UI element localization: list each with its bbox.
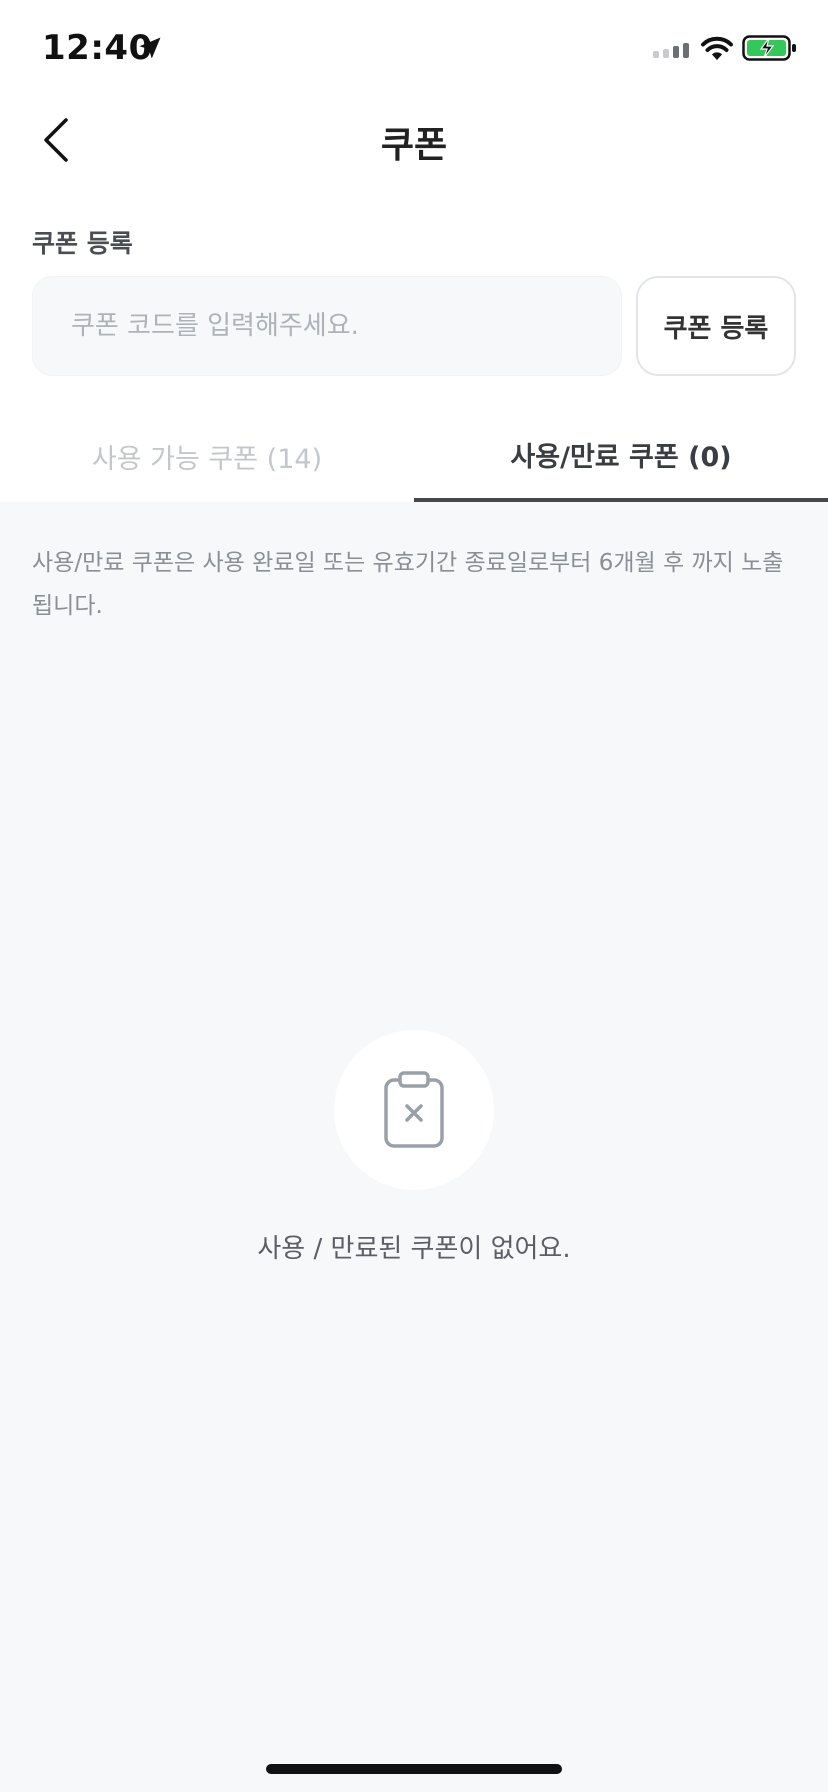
- home-indicator[interactable]: [266, 1764, 562, 1774]
- wifi-icon: [701, 36, 733, 60]
- expiry-notice: 사용/만료 쿠폰은 사용 완료일 또는 유효기간 종료일로부터 6개월 후 까지…: [32, 550, 784, 619]
- battery-charging-icon: [742, 35, 796, 61]
- tab-available-coupons[interactable]: 사용 가능 쿠폰 (14): [0, 410, 414, 502]
- coupon-code-input[interactable]: [32, 276, 622, 376]
- status-bar: 12:40: [0, 0, 828, 100]
- coupon-register-button[interactable]: 쿠폰 등록: [636, 276, 796, 376]
- empty-state-icon-circle: [334, 1030, 494, 1190]
- coupon-list-area: 사용/만료 쿠폰은 사용 완료일 또는 유효기간 종료일로부터 6개월 후 까지…: [0, 502, 828, 1792]
- empty-state-message: 사용 / 만료된 쿠폰이 없어요.: [257, 1234, 571, 1264]
- coupon-register-label: 쿠폰 등록: [32, 229, 133, 258]
- coupon-tabs: 사용 가능 쿠폰 (14) 사용/만료 쿠폰 (0): [0, 410, 828, 502]
- cellular-signal-icon: [653, 43, 689, 58]
- tab-used-expired-coupons[interactable]: 사용/만료 쿠폰 (0): [414, 410, 828, 502]
- clipboard-x-icon: [384, 1071, 444, 1148]
- page-title: 쿠폰: [380, 125, 448, 166]
- location-arrow-icon: [139, 37, 161, 59]
- nav-bar: 쿠폰: [0, 100, 828, 180]
